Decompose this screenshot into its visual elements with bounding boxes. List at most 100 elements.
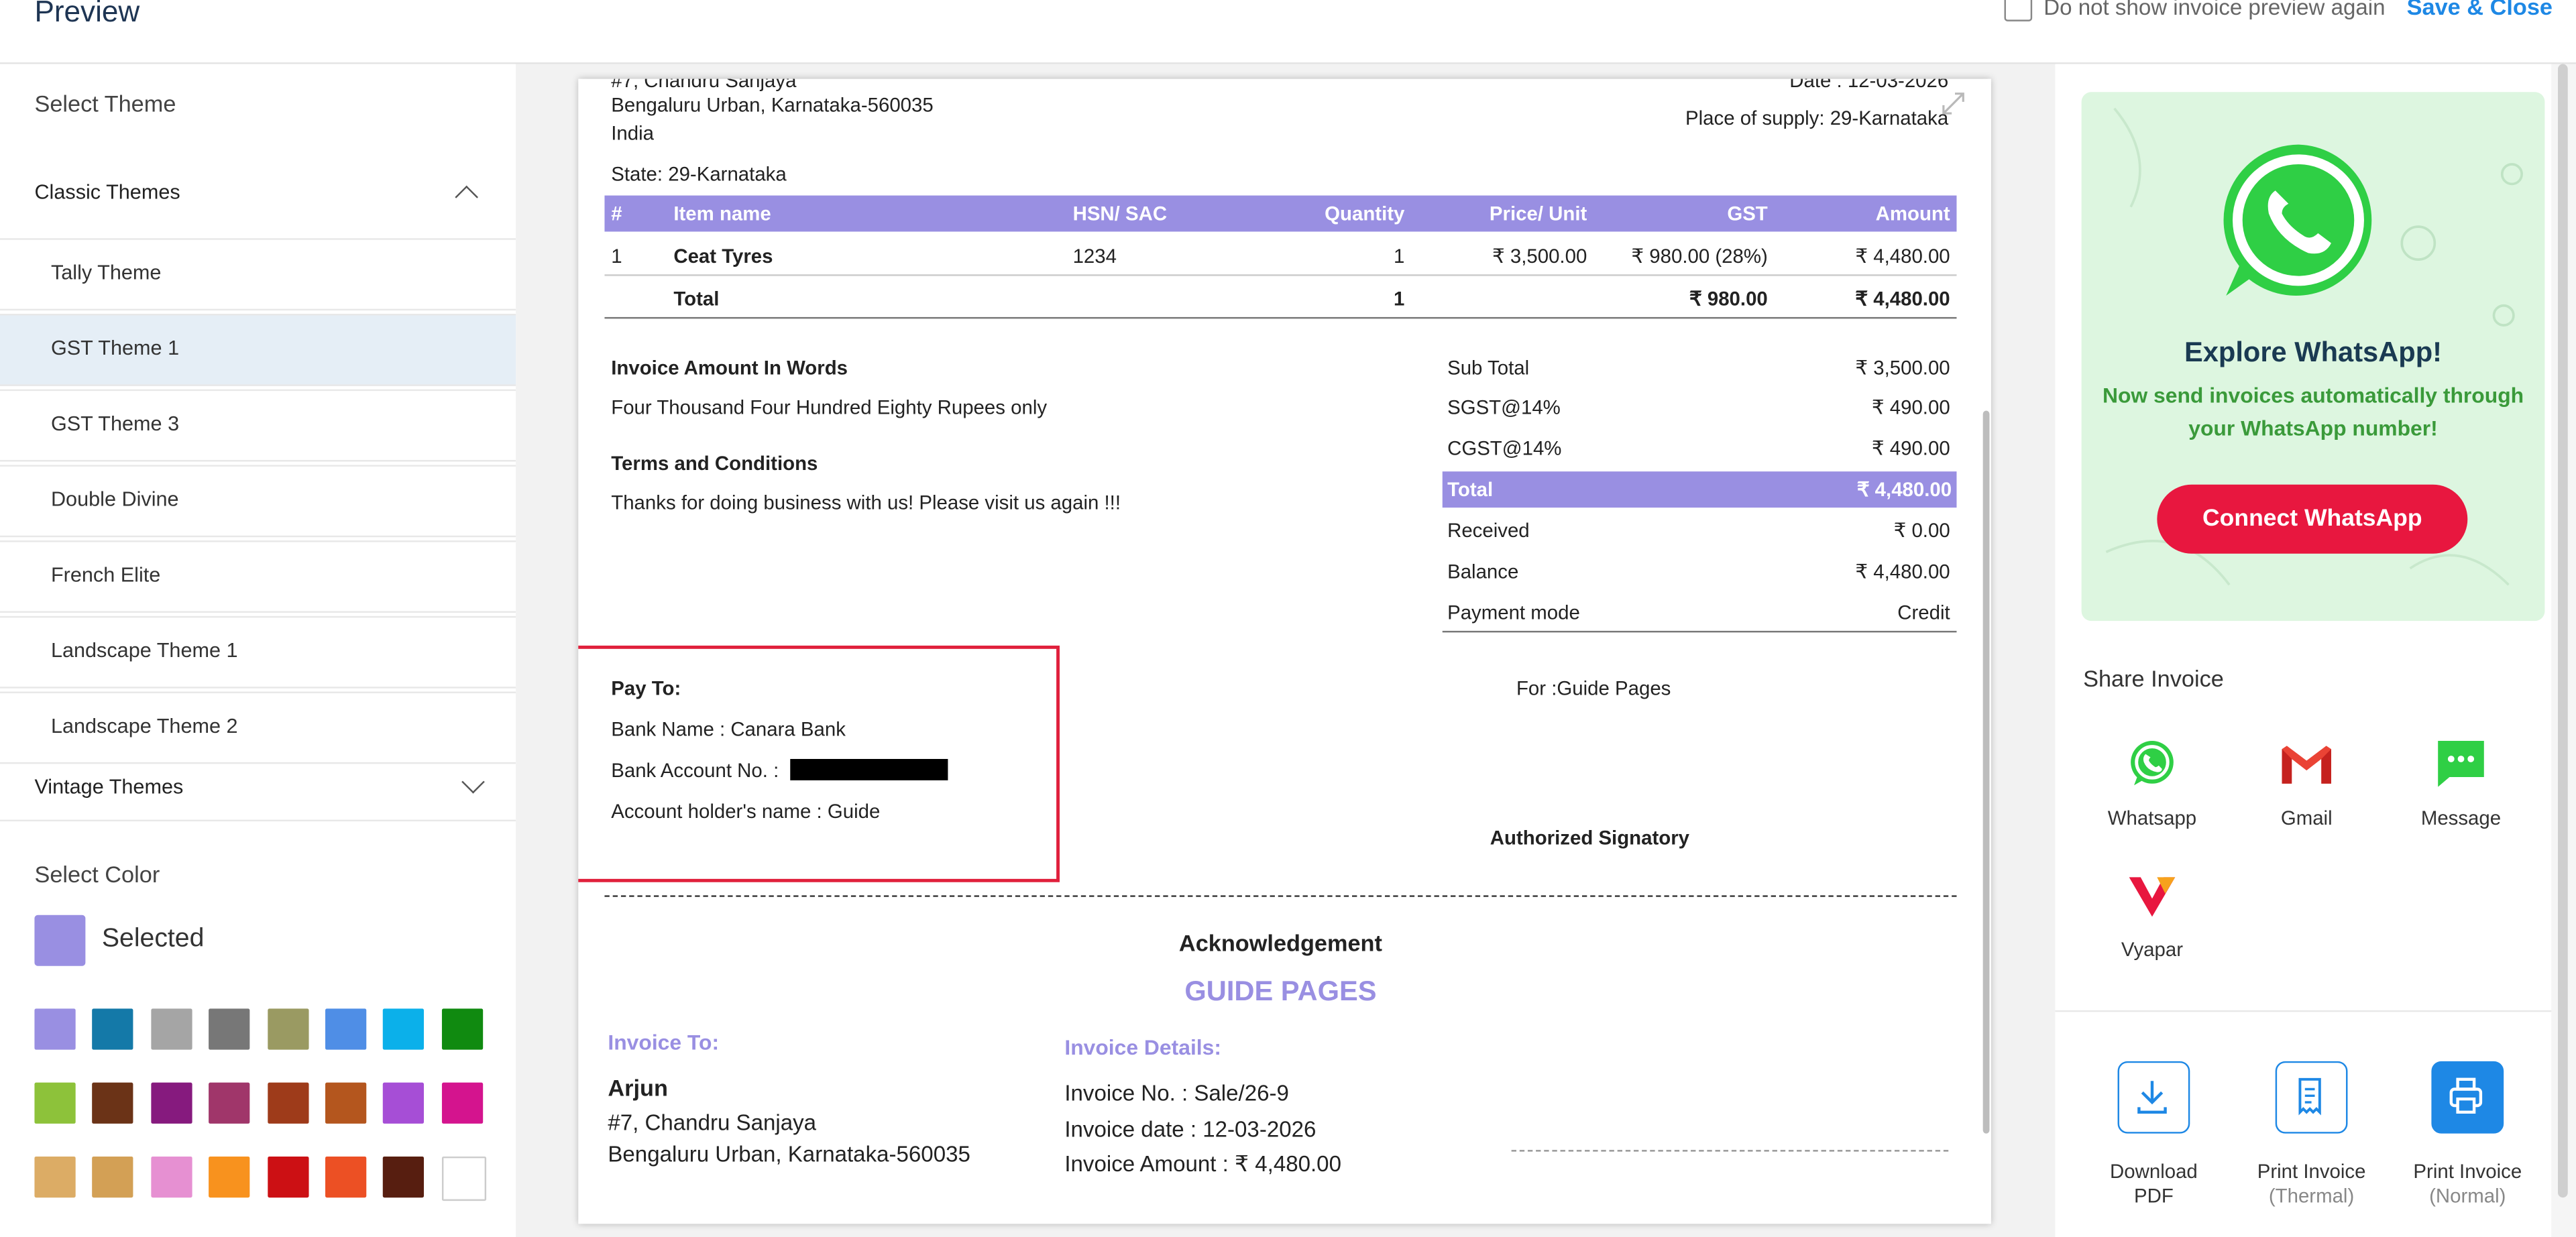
expand-icon[interactable] [1939, 89, 1968, 118]
signature-line [1511, 1150, 1949, 1152]
share-label: Message [2420, 807, 2502, 830]
select-theme-heading: Select Theme [34, 90, 176, 117]
authorized-signatory: Authorized Signatory [1490, 826, 1690, 849]
selected-color-label: Selected [101, 925, 205, 953]
color-swatch[interactable] [150, 1008, 192, 1050]
summary-label: Balance [1447, 560, 1519, 583]
color-swatch[interactable] [34, 1156, 76, 1198]
theme-item-tally[interactable]: Tally Theme [0, 238, 516, 311]
color-swatch[interactable] [267, 1082, 309, 1124]
dont-show-checkbox[interactable] [2004, 0, 2033, 21]
select-color-heading: Select Color [34, 860, 160, 888]
print-thermal-label: Print Invoice [2257, 1159, 2366, 1183]
color-swatch[interactable] [34, 1008, 76, 1050]
share-gmail[interactable]: Gmail [2241, 736, 2372, 829]
items-table-header: # Item name HSN/ SAC Quantity Price/ Uni… [604, 195, 1957, 232]
terms-text: Thanks for doing business with us! Pleas… [611, 491, 1121, 514]
dont-show-preview-option[interactable]: Do not show invoice preview again [2004, 0, 2386, 21]
customer-name: Arjun [608, 1074, 668, 1101]
color-swatch[interactable] [325, 1156, 367, 1198]
summary-value: Credit [1897, 601, 1950, 625]
summary-label: Received [1447, 519, 1530, 542]
preview-scrollbar[interactable] [1982, 410, 1990, 1134]
terms-title: Terms and Conditions [611, 451, 818, 475]
invoice-number: Invoice No. : Sale/26-9 [1064, 1081, 1289, 1106]
summary-label: Sub Total [1447, 356, 1530, 379]
color-swatch[interactable] [34, 1082, 76, 1124]
color-swatch[interactable] [441, 1156, 486, 1201]
theme-label: GST Theme 1 [50, 337, 180, 360]
color-swatch[interactable] [93, 1082, 134, 1124]
color-swatch[interactable] [209, 1156, 250, 1198]
save-close-button[interactable]: Save & Close [2407, 0, 2553, 19]
theme-item-gst-3[interactable]: GST Theme 3 [0, 389, 516, 462]
summary-label: CGST@14% [1447, 436, 1562, 461]
customer-address-line1: #7, Chandru Sanjaya [608, 1110, 817, 1136]
color-swatch[interactable] [383, 1082, 425, 1124]
customer-address-line2: Bengaluru Urban, Karnataka-560035 [608, 1141, 970, 1167]
color-swatch[interactable] [383, 1156, 425, 1198]
classic-themes-toggle[interactable]: Classic Themes [0, 166, 516, 231]
printer-icon [2449, 1077, 2481, 1113]
chevron-down-icon [461, 770, 485, 794]
theme-item-landscape-2[interactable]: Landscape Theme 2 [0, 691, 516, 764]
color-swatch[interactable] [150, 1082, 192, 1124]
download-box [2117, 1061, 2190, 1134]
connect-whatsapp-button[interactable]: Connect WhatsApp [2157, 484, 2468, 554]
print-normal-label: Print Invoice [2413, 1159, 2522, 1183]
color-swatch[interactable] [209, 1082, 250, 1124]
seller-address-line3: India [611, 121, 655, 145]
color-swatch[interactable] [441, 1008, 483, 1050]
col-header: GST [1727, 202, 1768, 225]
whatsapp-icon [2131, 741, 2174, 786]
theme-item-landscape-1[interactable]: Landscape Theme 1 [0, 615, 516, 689]
invoice-amount: Invoice Amount : ₹ 4,480.00 [1064, 1151, 1341, 1177]
share-message[interactable]: Message [2396, 736, 2527, 830]
dashed-divider [604, 895, 1957, 897]
divider [604, 316, 1957, 319]
color-swatch[interactable] [267, 1156, 309, 1198]
print-thermal-button[interactable]: Print Invoice (Thermal) [2236, 1061, 2387, 1210]
color-swatch[interactable] [267, 1008, 309, 1050]
whatsapp-subtitle-line2: your WhatsApp number! [2188, 415, 2438, 440]
cell: Ceat Tyres [673, 245, 773, 268]
summary-total-label: Total [1447, 478, 1494, 502]
app-root: Preview Do not show invoice preview agai… [0, 0, 2576, 1237]
download-pdf-button[interactable]: Download PDF [2078, 1061, 2229, 1210]
theme-item-gst-1[interactable]: GST Theme 1 [0, 313, 516, 386]
col-header: Quantity [1325, 202, 1405, 225]
color-swatch[interactable] [209, 1008, 250, 1050]
vintage-themes-toggle[interactable]: Vintage Themes [0, 754, 516, 822]
theme-label: Landscape Theme 2 [50, 714, 238, 738]
color-swatch[interactable] [150, 1156, 192, 1198]
summary-value: ₹ 490.00 [1871, 396, 1950, 419]
color-swatch[interactable] [93, 1008, 134, 1050]
color-swatch[interactable] [441, 1082, 483, 1124]
theme-label: French Elite [50, 563, 161, 587]
cell: ₹ 3,500.00 [1492, 245, 1587, 268]
invoice-date: Invoice date : 12-03-2026 [1064, 1117, 1317, 1142]
col-header: # [611, 202, 622, 225]
scroll-thumb[interactable] [2558, 64, 2568, 1198]
theme-item-french-elite[interactable]: French Elite [0, 540, 516, 613]
color-swatch[interactable] [325, 1008, 367, 1050]
col-header: Item name [673, 202, 771, 225]
whatsapp-title: Explore WhatsApp! [2184, 337, 2443, 368]
color-swatch[interactable] [93, 1156, 134, 1198]
col-header: HSN/ SAC [1072, 202, 1168, 225]
color-swatch[interactable] [383, 1008, 425, 1050]
theme-label: Landscape Theme 1 [50, 639, 238, 662]
theme-item-double-divine[interactable]: Double Divine [0, 465, 516, 538]
total-amount: ₹ 4,480.00 [1855, 287, 1950, 311]
total-gst: ₹ 980.00 [1689, 287, 1768, 311]
col-header: Price/ Unit [1489, 202, 1587, 225]
right-scrollbar[interactable] [2551, 64, 2576, 1237]
share-vyapar[interactable]: Vyapar [2086, 868, 2218, 961]
print-normal-button[interactable]: Print Invoice (Normal) [2392, 1061, 2543, 1210]
color-swatch[interactable] [325, 1082, 367, 1124]
summary-value: ₹ 4,480.00 [1855, 560, 1950, 583]
summary-label: SGST@14% [1447, 396, 1561, 419]
share-whatsapp[interactable]: Whatsapp [2086, 736, 2218, 829]
ack-title: Acknowledgement [1178, 929, 1382, 957]
bank-name: Bank Name : Canara Bank [611, 717, 846, 742]
